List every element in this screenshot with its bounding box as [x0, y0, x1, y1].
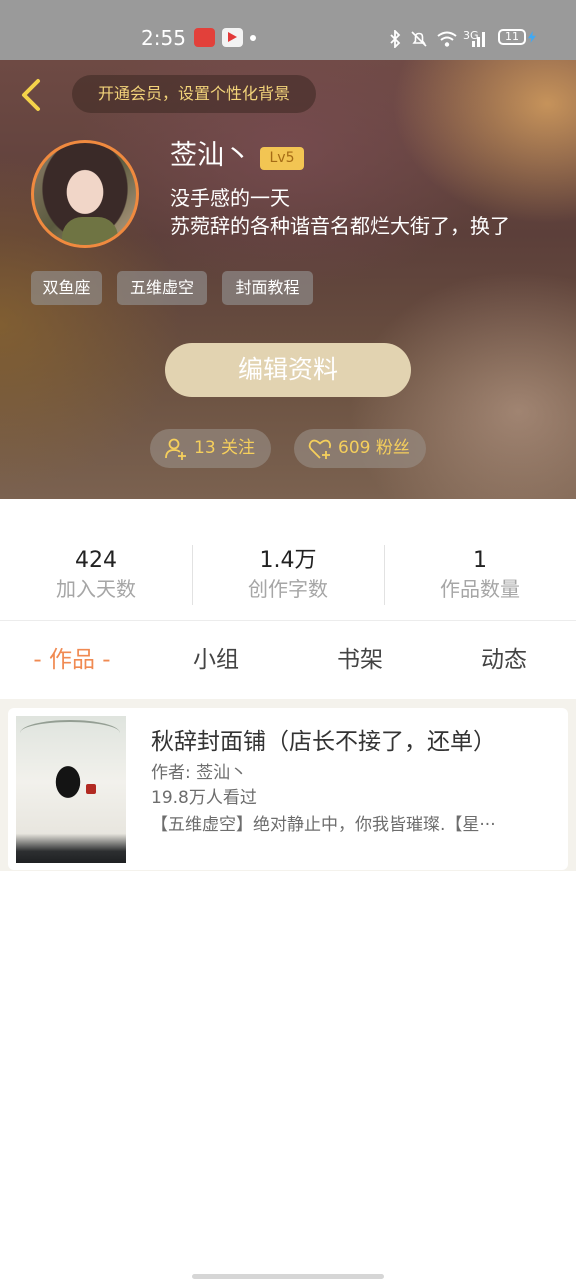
stat-value: 424 — [75, 548, 117, 573]
divider — [0, 620, 576, 621]
bio-line-2: 苏菀辞的各种谐音名都烂大街了，换了 — [170, 214, 510, 238]
stat-value: 1 — [473, 548, 487, 573]
avatar[interactable] — [31, 140, 139, 248]
level-badge: Lv5 — [260, 147, 304, 170]
add-user-icon — [165, 438, 186, 460]
stat-label: 创作字数 — [248, 577, 328, 601]
book-cover[interactable] — [16, 716, 126, 863]
tag-pisces[interactable]: 双鱼座 — [31, 271, 102, 305]
book-author: 作者: 莶汕丶 — [151, 763, 248, 783]
bluetooth-icon — [390, 30, 401, 48]
notification-dot-icon — [250, 35, 256, 41]
heart-plus-icon — [308, 439, 332, 459]
bio: 没手感的一天 苏菀辞的各种谐音名都烂大街了，换了 — [170, 184, 566, 240]
mute-icon — [411, 31, 427, 47]
book-description: 【五维虚空】绝对静止中，你我皆璀璨.【星··· — [151, 815, 496, 835]
tab-feed[interactable]: 动态 — [432, 630, 576, 690]
wifi-icon — [437, 31, 457, 47]
video-app-icon — [222, 28, 243, 47]
back-icon[interactable] — [16, 78, 46, 112]
book-card[interactable]: 秋辞封面铺（店长不接了，还单） 作者: 莶汕丶 19.8万人看过 【五维虚空】绝… — [8, 708, 568, 870]
stat-works-count: 1 作品数量 — [384, 535, 576, 615]
signal-icon — [472, 32, 485, 47]
stat-label: 加入天数 — [56, 577, 136, 601]
following-button[interactable]: 13 关注 — [150, 429, 271, 468]
edit-profile-button[interactable]: 编辑资料 — [165, 343, 411, 397]
battery-icon: 11 — [498, 29, 526, 45]
bio-line-1: 没手感的一天 — [170, 186, 290, 210]
book-views: 19.8万人看过 — [151, 788, 257, 808]
vip-background-banner[interactable]: 开通会员，设置个性化背景 — [72, 75, 316, 113]
stats-row: 424 加入天数 1.4万 创作字数 1 作品数量 — [0, 535, 576, 615]
status-time: 2:55 — [141, 26, 186, 50]
stat-days-joined: 424 加入天数 — [0, 535, 192, 615]
tab-group[interactable]: 小组 — [144, 630, 288, 690]
charging-icon — [528, 31, 536, 43]
stat-label: 作品数量 — [440, 577, 520, 601]
username: 莶汕丶 — [170, 140, 251, 171]
tab-works[interactable]: - 作品 - — [0, 630, 144, 690]
stat-word-count: 1.4万 创作字数 — [192, 535, 384, 615]
home-indicator[interactable] — [192, 1274, 384, 1279]
tag-cover-tutorial[interactable]: 封面教程 — [222, 271, 313, 305]
followers-button[interactable]: 609 粉丝 — [294, 429, 426, 468]
followers-count: 609 粉丝 — [338, 438, 410, 458]
status-bar: 2:55 3G 11 — [0, 0, 576, 60]
stat-value: 1.4万 — [259, 548, 317, 573]
tab-bookshelf[interactable]: 书架 — [288, 630, 432, 690]
profile-tabs: - 作品 - 小组 书架 动态 — [0, 630, 576, 690]
tag-void[interactable]: 五维虚空 — [117, 271, 207, 305]
book-title[interactable]: 秋辞封面铺（店长不接了，还单） — [151, 726, 496, 758]
following-count: 13 关注 — [194, 438, 256, 458]
app-notification-icon — [194, 28, 215, 47]
profile-header: 开通会员，设置个性化背景 莶汕丶 Lv5 没手感的一天 苏菀辞的各种谐音名都烂大… — [0, 60, 576, 499]
